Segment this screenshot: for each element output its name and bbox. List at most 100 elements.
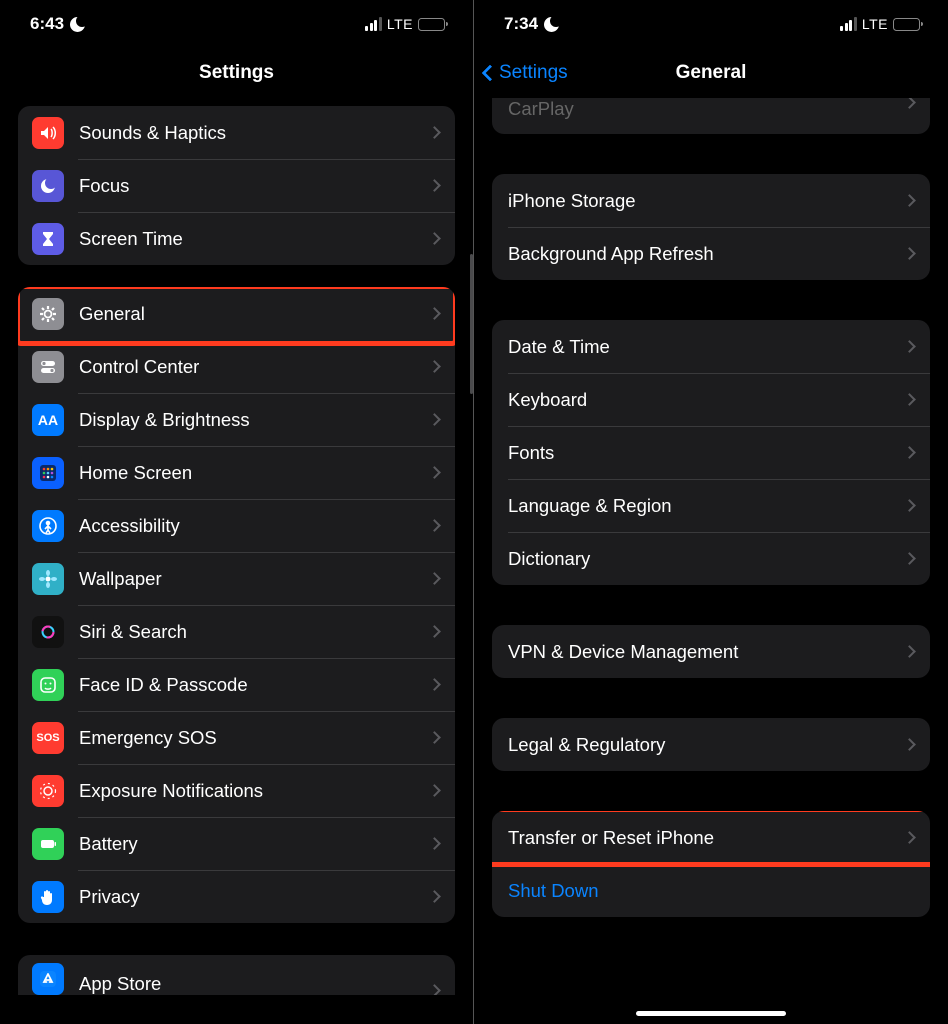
- settings-row-legal-regulatory[interactable]: Legal & Regulatory: [492, 718, 930, 771]
- settings-row-sounds-haptics[interactable]: Sounds & Haptics: [18, 106, 455, 159]
- chevron-right-icon: [428, 731, 441, 744]
- row-label: General: [79, 303, 430, 325]
- settings-list[interactable]: Sounds & Haptics Focus Screen Time General…: [0, 98, 473, 1024]
- chevron-right-icon: [903, 499, 916, 512]
- siri-search-icon: [32, 616, 64, 648]
- settings-row-battery[interactable]: Battery: [18, 817, 455, 870]
- chevron-right-icon: [903, 247, 916, 260]
- chevron-right-icon: [428, 837, 441, 850]
- scroll-indicator[interactable]: [470, 254, 473, 394]
- row-label: Language & Region: [508, 495, 905, 517]
- settings-row-display-brightness[interactable]: AADisplay & Brightness: [18, 393, 455, 446]
- settings-row-focus[interactable]: Focus: [18, 159, 455, 212]
- settings-row-exposure-notifications[interactable]: Exposure Notifications: [18, 764, 455, 817]
- settings-row-language-region[interactable]: Language & Region: [492, 479, 930, 532]
- status-time: 6:43: [30, 14, 64, 34]
- chevron-right-icon: [428, 678, 441, 691]
- settings-row-faceid-passcode[interactable]: Face ID & Passcode: [18, 658, 455, 711]
- settings-row-emergency-sos[interactable]: SOSEmergency SOS: [18, 711, 455, 764]
- row-label: Focus: [79, 175, 430, 197]
- row-label: Siri & Search: [79, 621, 430, 643]
- network-label: LTE: [387, 16, 413, 32]
- chevron-right-icon: [903, 446, 916, 459]
- chevron-right-icon: [903, 738, 916, 751]
- row-label: Privacy: [79, 886, 430, 908]
- settings-row-transfer-reset[interactable]: Transfer or Reset iPhone: [492, 811, 930, 864]
- page-title: Settings: [199, 62, 274, 84]
- chevron-right-icon: [428, 232, 441, 245]
- status-time: 7:34: [504, 14, 538, 34]
- status-bar: 6:43 LTE: [0, 0, 473, 48]
- settings-row-shut-down[interactable]: Shut Down: [492, 864, 930, 917]
- row-label: Emergency SOS: [79, 727, 430, 749]
- chevron-left-icon: [482, 65, 499, 82]
- row-label: VPN & Device Management: [508, 641, 905, 663]
- chevron-right-icon: [903, 194, 916, 207]
- settings-row-home-screen[interactable]: Home Screen: [18, 446, 455, 499]
- row-label: Exposure Notifications: [79, 780, 430, 802]
- sounds-haptics-icon: [32, 117, 64, 149]
- home-indicator[interactable]: [636, 1011, 786, 1016]
- faceid-passcode-icon: [32, 669, 64, 701]
- row-label: Fonts: [508, 442, 905, 464]
- settings-row-screen-time[interactable]: Screen Time: [18, 212, 455, 265]
- row-label: CarPlay: [508, 98, 905, 120]
- row-label: Dictionary: [508, 548, 905, 570]
- chevron-right-icon: [428, 307, 441, 320]
- status-bar: 7:34 LTE: [474, 0, 948, 48]
- row-label: Accessibility: [79, 515, 430, 537]
- settings-row-background-app-refresh[interactable]: Background App Refresh: [492, 227, 930, 280]
- row-label: App Store: [79, 973, 430, 995]
- back-button[interactable]: Settings: [484, 48, 568, 98]
- settings-row-date-time[interactable]: Date & Time: [492, 320, 930, 373]
- settings-row-privacy[interactable]: Privacy: [18, 870, 455, 923]
- row-label: Shut Down: [508, 880, 916, 902]
- row-label: Transfer or Reset iPhone: [508, 827, 905, 849]
- accessibility-icon: [32, 510, 64, 542]
- settings-row-vpn-device-management[interactable]: VPN & Device Management: [492, 625, 930, 678]
- network-label: LTE: [862, 16, 888, 32]
- settings-row-accessibility[interactable]: Accessibility: [18, 499, 455, 552]
- chevron-right-icon: [903, 98, 916, 109]
- back-label: Settings: [499, 62, 568, 84]
- row-label: Wallpaper: [79, 568, 430, 590]
- control-center-icon: [32, 351, 64, 383]
- settings-row-iphone-storage[interactable]: iPhone Storage: [492, 174, 930, 227]
- row-label: Control Center: [79, 356, 430, 378]
- chevron-right-icon: [903, 340, 916, 353]
- display-brightness-icon: AA: [32, 404, 64, 436]
- row-label: Keyboard: [508, 389, 905, 411]
- battery-icon: [893, 18, 920, 31]
- settings-row-dictionary[interactable]: Dictionary: [492, 532, 930, 585]
- row-label: Date & Time: [508, 336, 905, 358]
- settings-row-fonts[interactable]: Fonts: [492, 426, 930, 479]
- settings-row-siri-search[interactable]: Siri & Search: [18, 605, 455, 658]
- battery-icon: [418, 18, 445, 31]
- chevron-right-icon: [428, 784, 441, 797]
- row-label: Home Screen: [79, 462, 430, 484]
- page-title: General: [676, 62, 747, 84]
- chevron-right-icon: [428, 984, 441, 995]
- cell-signal-icon: [365, 17, 382, 31]
- cell-signal-icon: [840, 17, 857, 31]
- home-screen-icon: [32, 457, 64, 489]
- chevron-right-icon: [903, 831, 916, 844]
- general-list[interactable]: CarPlay iPhone Storage Background App Ref…: [474, 98, 948, 1024]
- nav-bar: Settings General: [474, 48, 948, 98]
- chevron-right-icon: [903, 393, 916, 406]
- settings-row-general[interactable]: General: [18, 287, 455, 340]
- row-label: Background App Refresh: [508, 243, 905, 265]
- row-label: Face ID & Passcode: [79, 674, 430, 696]
- settings-row-control-center[interactable]: Control Center: [18, 340, 455, 393]
- settings-row-wallpaper[interactable]: Wallpaper: [18, 552, 455, 605]
- settings-row-carplay[interactable]: CarPlay: [492, 98, 930, 134]
- chevron-right-icon: [428, 360, 441, 373]
- row-label: Legal & Regulatory: [508, 734, 905, 756]
- row-label: Screen Time: [79, 228, 430, 250]
- app-store-icon: [32, 963, 64, 995]
- general-screen: 7:34 LTE Settings General CarPlay iPhone…: [474, 0, 948, 1024]
- settings-row-keyboard[interactable]: Keyboard: [492, 373, 930, 426]
- chevron-right-icon: [428, 466, 441, 479]
- settings-row-app-store[interactable]: App Store: [18, 955, 455, 995]
- dnd-moon-icon: [70, 17, 85, 32]
